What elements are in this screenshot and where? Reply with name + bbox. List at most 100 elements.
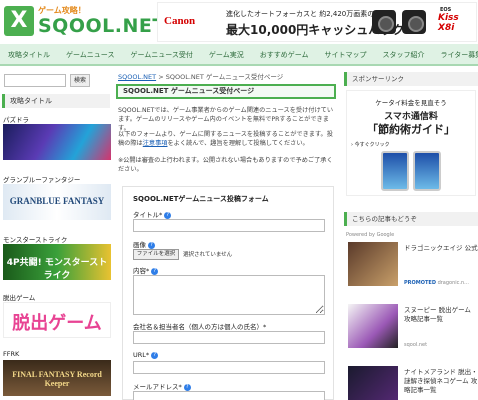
email-input[interactable] <box>133 391 325 400</box>
title-label: タイトル*? <box>133 209 172 219</box>
breadcrumb: SQOOL.NET > SQOOL.NET ゲームニュース受付ページ <box>118 71 283 81</box>
nav-item-sitemap[interactable]: サイトマップ <box>317 44 375 64</box>
recommended-article[interactable]: ナイトメアランド 脱出・謎解き探偵ネコゲーム 攻略記事一覧 <box>348 366 478 400</box>
disclaimer-paragraph: ※公開は審査の上行われます。公開されない場合もありますので予めご了承ください。 <box>118 157 333 173</box>
game-banner-pazudora[interactable] <box>3 124 111 160</box>
sponsored-heading: スポンサーリンク <box>344 72 478 86</box>
article-source-text: dragonic.n... <box>437 280 469 286</box>
banner-brand: Canon <box>164 15 196 27</box>
instruction-suffix: をよく読んで、趣旨を理解して投稿してください。 <box>167 140 309 147</box>
required-mark: * <box>178 383 182 391</box>
url-input[interactable] <box>133 361 325 374</box>
breadcrumb-current: SQOOL.NET ゲームニュース受付ページ <box>165 73 284 81</box>
main-nav: 攻略タイトル ゲームニュース ゲームニュース受付 ゲーム実況 おすすめゲーム サ… <box>0 44 478 66</box>
email-label-text: メールアドレス <box>133 383 179 391</box>
required-mark: * <box>263 323 267 331</box>
sidebar-ad-line3: 「節約術ガイド」 <box>367 123 455 136</box>
game-banner-ffrk[interactable]: FINAL FANTASY Record Keeper <box>3 360 111 396</box>
banner-ad[interactable]: Canon 進化したオートフォーカスと 約2,420万画素の高画質 最大10,0… <box>157 2 477 42</box>
article-title: ドラゴニックエイジ 公式 <box>404 244 478 252</box>
help-icon[interactable]: ? <box>183 383 191 391</box>
nav-item-news-submit[interactable]: ゲームニュース受付 <box>122 44 200 64</box>
left-sidebar: 検索 攻略タイトル パズドラ グランブルーファンタジー GRANBLUE FAN… <box>0 68 112 400</box>
url-label: URL*? <box>133 351 159 359</box>
game-title-granblue[interactable]: グランブルーファンタジー <box>3 174 80 184</box>
game-banner-text: GRANBLUE FANTASY <box>9 196 105 206</box>
logo-name: SQOOL.NET <box>38 15 166 37</box>
image-label-text: 画像 <box>133 241 146 249</box>
file-status-text: 選択されていません <box>183 252 233 258</box>
recommended-article[interactable]: ドラゴニックエイジ 公式 PROMOTED dragonic.n... <box>348 242 478 296</box>
nav-item-news[interactable]: ゲームニュース <box>58 44 122 64</box>
sidebar-ad-cta[interactable]: › 今すぐクリック <box>351 141 390 148</box>
phone-icon <box>381 151 409 191</box>
game-banner-text: 脱出ゲーム <box>12 313 102 334</box>
game-banner-escape[interactable]: 脱出ゲーム <box>3 302 111 338</box>
page: X ゲーム攻略！ SQOOL.NET Canon 進化したオートフォーカスと 約… <box>0 0 478 400</box>
required-mark: * <box>145 351 150 359</box>
phone-icon <box>413 151 441 191</box>
powered-by: Powered by Google <box>346 232 395 238</box>
banner-line1: 進化したオートフォーカスと 約2,420万画素の高画質 <box>226 10 396 18</box>
nav-item-streaming[interactable]: ゲーム実況 <box>201 44 252 64</box>
camera-icon <box>402 10 426 34</box>
breadcrumb-separator: > <box>158 73 164 81</box>
content-label-text: 内容 <box>133 267 146 275</box>
article-source: sqool.net <box>404 342 428 348</box>
company-input[interactable] <box>133 331 325 344</box>
content-textarea[interactable] <box>133 275 325 315</box>
intro-paragraph: SQOOL.NETでは、ゲーム事業者からのゲーム関連のニュースを受け付けています… <box>118 107 334 132</box>
notes-link[interactable]: 注意事項 <box>143 140 168 147</box>
article-thumbnail <box>348 304 398 348</box>
game-banner-monster-strike[interactable]: 4P共闘! モンスターストライク <box>3 244 111 280</box>
promoted-badge: PROMOTED <box>404 280 436 286</box>
help-icon[interactable]: ? <box>164 211 172 219</box>
game-banner-text: FINAL FANTASY Record Keeper <box>12 370 102 388</box>
file-select-button[interactable]: ファイルを選択 <box>133 249 179 260</box>
right-sidebar: スポンサーリンク ケータイ料金を見直そう スマホ通信料 「節約術ガイド」 › 今… <box>342 68 478 400</box>
help-icon[interactable]: ? <box>151 267 159 275</box>
search-input[interactable] <box>4 74 66 87</box>
game-banner-text: 4P共闘! モンスターストライク <box>6 258 108 280</box>
email-label: メールアドレス*? <box>133 381 191 391</box>
sidebar-heading-titles: 攻略タイトル <box>2 94 110 108</box>
breadcrumb-home-link[interactable]: SQOOL.NET <box>118 73 156 81</box>
camera-icon <box>372 10 396 34</box>
help-icon[interactable]: ? <box>148 241 155 249</box>
url-label-text: URL <box>133 351 146 359</box>
required-mark: * <box>146 267 150 275</box>
game-title-ffrk[interactable]: FFRK <box>3 350 19 358</box>
game-title-pazudora[interactable]: パズドラ <box>3 114 29 124</box>
page-title: SQOOL.NET ゲームニュース受付ページ <box>116 84 336 99</box>
news-submit-form: SQOOL.NETゲームニュース投稿フォーム タイトル*? 画像? ファイルを選… <box>122 186 334 400</box>
title-input[interactable] <box>133 219 325 232</box>
sidebar-ad-line1: ケータイ料金を見直そう <box>375 99 447 107</box>
banner-model-name: Kiss X8i <box>438 13 459 33</box>
article-title: スヌーピー 脱出ゲーム 攻略記事一覧 <box>404 306 471 323</box>
article-source: PROMOTED dragonic.n... <box>404 280 469 286</box>
content-label: 内容*? <box>133 265 159 275</box>
site-header: X ゲーム攻略！ SQOOL.NET Canon 進化したオートフォーカスと 約… <box>0 0 478 44</box>
form-title: SQOOL.NETゲームニュース投稿フォーム <box>133 195 269 203</box>
search-button[interactable]: 検索 <box>70 74 90 87</box>
article-thumbnail <box>348 366 398 400</box>
article-title: ナイトメアランド 脱出・謎解き探偵ネコゲーム 攻略記事一覧 <box>404 368 478 394</box>
nav-item-staff[interactable]: スタッフ紹介 <box>375 44 433 64</box>
sidebar-ad[interactable]: ケータイ料金を見直そう スマホ通信料 「節約術ガイド」 › 今すぐクリック <box>346 90 476 196</box>
game-title-escape[interactable]: 脱出ゲーム <box>3 292 35 302</box>
nav-item-recommended[interactable]: おすすめゲーム <box>252 44 317 64</box>
company-label-text: 会社名＆担当者名（個人の方は個人の氏名） <box>133 323 263 331</box>
main-content: SQOOL.NET > SQOOL.NET ゲームニュース受付ページ SQOOL… <box>116 68 338 400</box>
article-thumbnail <box>348 242 398 286</box>
title-label-text: タイトル <box>133 211 159 219</box>
instruction-paragraph: 以下のフォームより、ゲームに関するニュースを投稿することができます。投稿の際は注… <box>118 130 336 148</box>
nav-item-titles[interactable]: 攻略タイトル <box>0 44 58 64</box>
recommend-heading: こちらの記事もどうぞ <box>344 212 478 226</box>
help-icon[interactable]: ? <box>151 351 159 359</box>
game-banner-granblue[interactable]: GRANBLUE FANTASY <box>3 184 111 220</box>
logo-mark-icon: X <box>4 6 34 36</box>
game-title-monster-strike[interactable]: モンスターストライク <box>3 234 67 244</box>
nav-item-writers[interactable]: ライター募集 <box>433 44 478 64</box>
site-logo[interactable]: X ゲーム攻略！ SQOOL.NET <box>4 4 165 40</box>
recommended-article[interactable]: スヌーピー 脱出ゲーム 攻略記事一覧 sqool.net <box>348 304 478 358</box>
